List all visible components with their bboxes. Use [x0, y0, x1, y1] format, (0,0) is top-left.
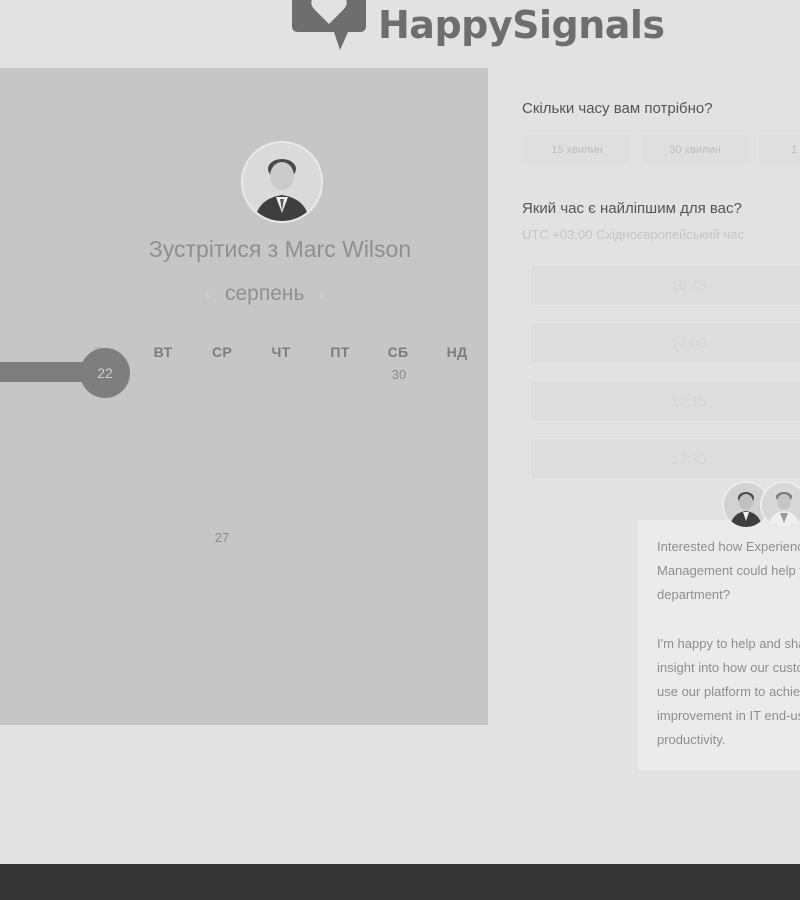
time-slot[interactable]: 17:15: [530, 380, 800, 422]
brand-name: HappySignals: [378, 3, 665, 47]
weekday-fri: ПТ: [330, 344, 350, 360]
weekday-thu: ЧТ: [271, 344, 291, 360]
meet-title: Зустрітися з Marc Wilson: [148, 236, 412, 262]
chat-message-line: Interested how Experience: [657, 539, 800, 554]
chat-message-line: use our platform to achieve: [657, 684, 800, 699]
chat-message-line: department?: [657, 587, 730, 602]
host-avatar: [241, 141, 323, 223]
chat-message-line: I'm happy to help and share: [657, 636, 800, 651]
brand-logo[interactable]: HappySignals: [290, 0, 665, 52]
weekday-tue: ВТ: [153, 344, 173, 360]
month-label: серпень: [225, 282, 305, 305]
duration-options: 15 хвилин 30 хвилин 1 година: [522, 134, 800, 166]
calendar-panel: Зустрітися з Marc Wilson ‹ серпень › ПН …: [0, 68, 488, 725]
chat-message-line: productivity.: [657, 732, 726, 747]
footer-bar: [0, 864, 800, 900]
calendar-day[interactable]: 30: [379, 367, 419, 382]
calendar-day[interactable]: 27: [202, 530, 242, 545]
duration-30-button[interactable]: 30 хвилин: [640, 134, 750, 166]
time-slot[interactable]: 16:45: [530, 264, 800, 306]
timezone-selector[interactable]: UTC +03:00 Східноєвропейський час: [522, 227, 744, 242]
chevron-right-icon[interactable]: ›: [318, 284, 324, 305]
duration-60-button[interactable]: 1 година: [758, 134, 800, 166]
weekday-wed: СР: [211, 344, 233, 360]
chat-avatars: [722, 481, 800, 529]
duration-question: Скільки часу вам потрібно?: [522, 100, 713, 117]
chat-message-line: insight into how our customers: [657, 660, 800, 675]
booking-page: HappySignals Зустрітися з Marc Wilson ‹ …: [0, 0, 800, 900]
time-question: Який час є найліпшим для вас?: [522, 200, 742, 217]
chevron-left-icon[interactable]: ‹: [205, 284, 211, 305]
time-slot[interactable]: 17:30: [530, 438, 800, 480]
weekday-sun: НД: [446, 344, 468, 360]
selected-day[interactable]: 22: [80, 348, 130, 398]
chat-message-line: Management could help your: [657, 563, 800, 578]
chat-avatar: [760, 481, 800, 529]
time-slot[interactable]: 17:00: [530, 322, 800, 364]
weekday-sat: СБ: [387, 344, 409, 360]
chat-message-line: improvement in IT end-user: [657, 708, 800, 723]
speech-bubble-heart-icon: [290, 0, 368, 52]
duration-15-button[interactable]: 15 хвилин: [522, 134, 632, 166]
month-navigation: ‹ серпень ›: [205, 282, 324, 306]
